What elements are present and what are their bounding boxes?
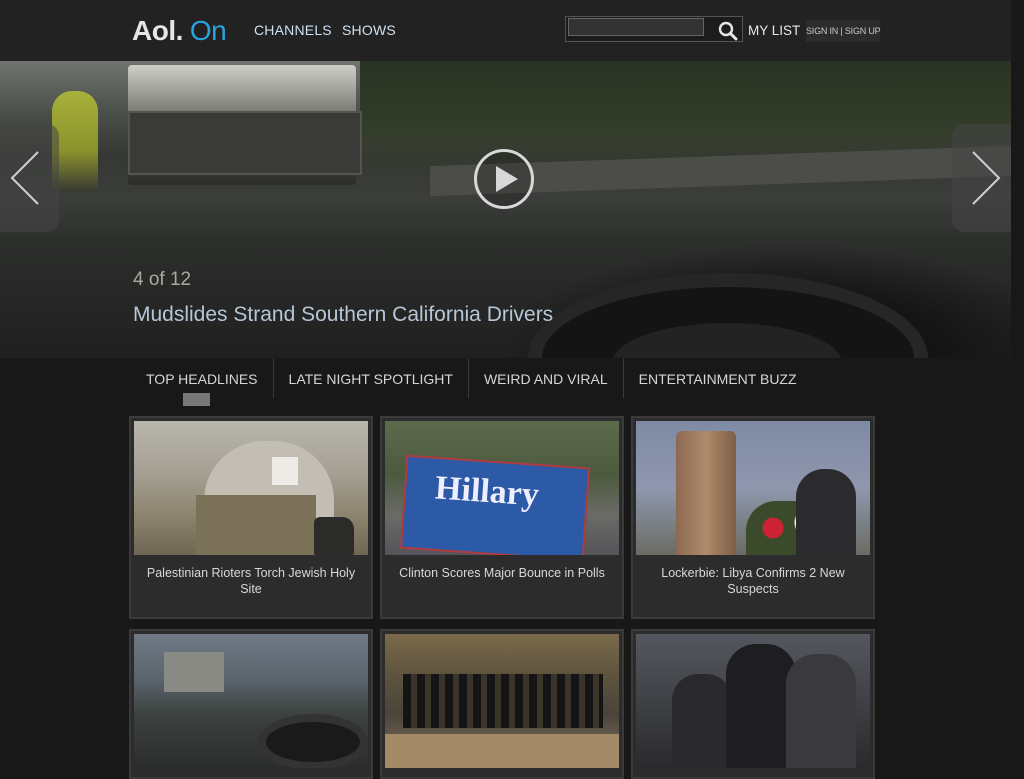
logo-on: On [189, 15, 227, 46]
tab-top-headlines[interactable]: TOP HEADLINES [131, 358, 274, 398]
video-thumbnail[interactable]: Hillary [385, 421, 619, 555]
category-tabs: TOP HEADLINES LATE NIGHT SPOTLIGHT WEIRD… [131, 358, 812, 398]
sign-in-sign-up-button[interactable]: SIGN IN | SIGN UP [806, 20, 881, 42]
my-list-link[interactable]: MY LIST [748, 23, 800, 38]
nav-shows[interactable]: SHOWS [342, 22, 396, 38]
slide-title[interactable]: Mudslides Strand Southern California Dri… [133, 303, 553, 327]
thumb-person [672, 674, 732, 768]
thumb-crowd [403, 674, 603, 728]
video-caption[interactable]: Lockerbie: Libya Confirms 2 New Suspects [639, 565, 867, 597]
logo-aol: Aol. [132, 15, 183, 46]
video-card[interactable]: Hillary Clinton Scores Major Bounce in P… [380, 416, 624, 619]
chevron-right-icon [972, 151, 1001, 205]
video-thumbnail[interactable] [134, 421, 368, 555]
slide-counter: 4 of 12 [133, 269, 192, 290]
thumb-tomb [196, 495, 316, 555]
previous-slide-button[interactable] [0, 124, 59, 232]
thumb-truck [164, 652, 224, 692]
video-thumbnail[interactable] [636, 634, 870, 768]
video-caption[interactable]: Palestinian Rioters Torch Jewish Holy Si… [137, 565, 365, 597]
top-header: Aol. On CHANNELS SHOWS MY LIST SIGN IN | … [0, 0, 1011, 61]
hero-carousel: 4 of 12 Mudslides Strand Southern Califo… [0, 61, 1011, 358]
play-icon[interactable] [473, 148, 535, 210]
video-thumbnail[interactable] [636, 421, 870, 555]
aol-on-logo[interactable]: Aol. On [132, 14, 227, 48]
video-thumbnail[interactable] [385, 634, 619, 768]
thumb-person [786, 654, 856, 768]
video-thumbnail[interactable] [134, 634, 368, 768]
video-caption[interactable]: Clinton Scores Major Bounce in Polls [388, 565, 616, 581]
thumb-stone [314, 517, 354, 555]
tab-weird-and-viral[interactable]: WEIRD AND VIRAL [469, 358, 624, 398]
nav-channels[interactable]: CHANNELS [254, 22, 332, 38]
thumb-window [272, 457, 298, 485]
video-card[interactable]: Lockerbie: Libya Confirms 2 New Suspects [631, 416, 875, 619]
thumb-banner-text: Hillary [433, 469, 541, 514]
tab-late-night-spotlight[interactable]: LATE NIGHT SPOTLIGHT [274, 358, 469, 398]
video-card[interactable] [129, 629, 373, 779]
video-card[interactable] [380, 629, 624, 779]
search-input[interactable] [568, 18, 704, 36]
thumb-person [796, 469, 856, 555]
search-icon[interactable] [717, 21, 739, 41]
thumb-tower [676, 431, 736, 555]
thumb-floor [385, 734, 619, 768]
thumb-tire [258, 714, 368, 768]
hero-image-plow-blade [128, 111, 362, 175]
video-card[interactable] [631, 629, 875, 779]
active-tab-indicator [183, 393, 210, 406]
video-card[interactable]: Palestinian Rioters Torch Jewish Holy Si… [129, 416, 373, 619]
tab-entertainment-buzz[interactable]: ENTERTAINMENT BUZZ [624, 358, 812, 398]
chevron-left-icon [10, 151, 39, 205]
next-slide-button[interactable] [952, 124, 1011, 232]
